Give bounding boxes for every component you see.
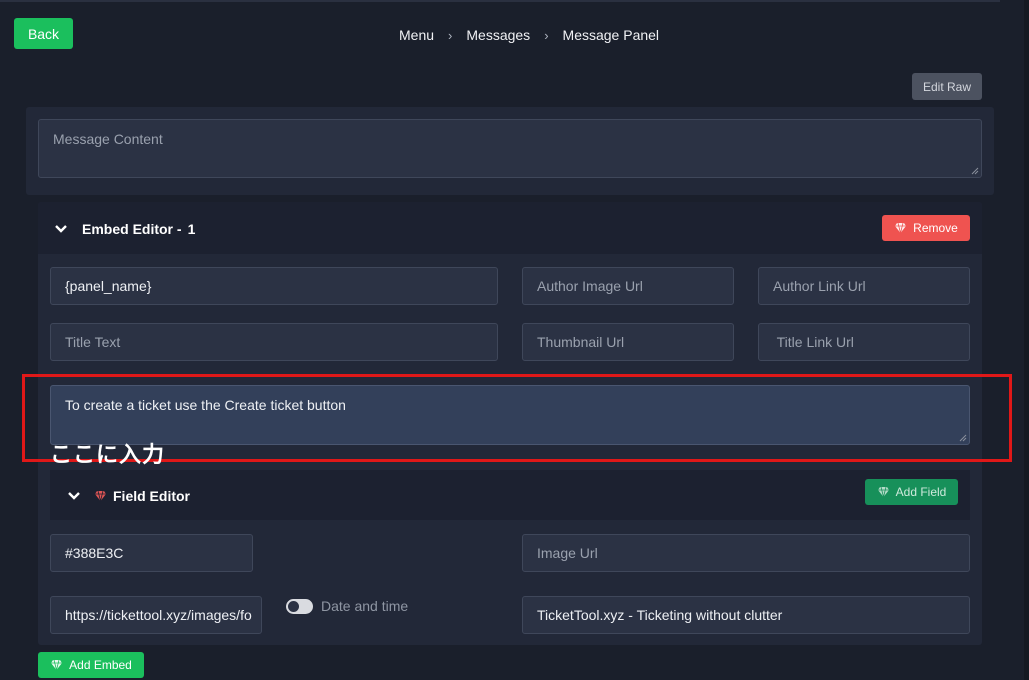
edit-raw-button[interactable]: Edit Raw — [912, 73, 982, 100]
embed-editor-title-text: Embed Editor - — [82, 221, 182, 237]
timestamp-toggle[interactable] — [286, 598, 313, 614]
add-embed-label: Add Embed — [69, 658, 132, 672]
back-button[interactable]: Back — [14, 18, 73, 49]
breadcrumb: Menu › Messages › Message Panel — [399, 26, 659, 44]
breadcrumb-separator: › — [448, 27, 453, 43]
footer-icon-url-input[interactable]: https://tickettool.xyz/images/fo — [50, 596, 262, 634]
description-textarea[interactable]: To create a ticket use the Create ticket… — [50, 385, 970, 445]
breadcrumb-messages[interactable]: Messages — [466, 27, 530, 43]
add-field-label: Add Field — [895, 485, 947, 499]
toggle-knob — [288, 600, 299, 612]
field-editor-title[interactable]: Field Editor — [68, 488, 190, 504]
footer-text-input[interactable]: TicketTool.xyz - Ticketing without clutt… — [522, 596, 970, 634]
scrollbar[interactable] — [1024, 0, 1029, 680]
field-editor-title-text: Field Editor — [113, 488, 190, 504]
add-embed-button[interactable]: Add Embed — [38, 652, 144, 678]
message-content-placeholder: Message Content — [53, 131, 163, 147]
add-field-button[interactable]: Add Field — [865, 479, 958, 505]
description-text: To create a ticket use the Create ticket… — [65, 397, 346, 413]
title-text-input[interactable]: Title Text — [50, 323, 498, 361]
gem-icon — [51, 659, 63, 671]
message-content-textarea[interactable]: Message Content — [38, 119, 982, 178]
timestamp-label: Date and time — [321, 598, 409, 614]
gem-icon — [95, 490, 106, 502]
gem-icon — [877, 486, 889, 498]
author-image-url-input[interactable]: Author Image Url — [522, 267, 734, 305]
breadcrumb-separator: › — [544, 27, 549, 43]
title-link-url-input[interactable]: Title Link Url — [758, 323, 970, 361]
chevron-down-icon[interactable] — [68, 492, 80, 500]
remove-label: Remove — [913, 221, 958, 235]
thumbnail-url-input[interactable]: Thumbnail Url — [522, 323, 734, 361]
author-link-url-input[interactable]: Author Link Url — [758, 267, 970, 305]
gem-icon — [895, 222, 907, 234]
annotation-text: ここに入力 — [50, 443, 166, 468]
resize-handle-icon[interactable] — [957, 432, 967, 442]
embed-editor-index: 1 — [187, 221, 196, 237]
remove-embed-button[interactable]: Remove — [882, 215, 970, 241]
image-url-input[interactable]: Image Url — [522, 534, 970, 572]
resize-handle-icon[interactable] — [969, 165, 979, 175]
timestamp-toggle-group: Date and time — [286, 598, 408, 614]
author-name-input[interactable]: {panel_name} — [50, 267, 498, 305]
breadcrumb-message-panel: Message Panel — [562, 27, 660, 43]
color-input[interactable]: #388E3C — [50, 534, 253, 572]
chevron-down-icon[interactable] — [55, 225, 67, 233]
embed-editor-title[interactable]: Embed Editor - 1 — [55, 221, 195, 237]
breadcrumb-menu[interactable]: Menu — [399, 27, 434, 43]
top-divider — [0, 0, 1000, 2]
